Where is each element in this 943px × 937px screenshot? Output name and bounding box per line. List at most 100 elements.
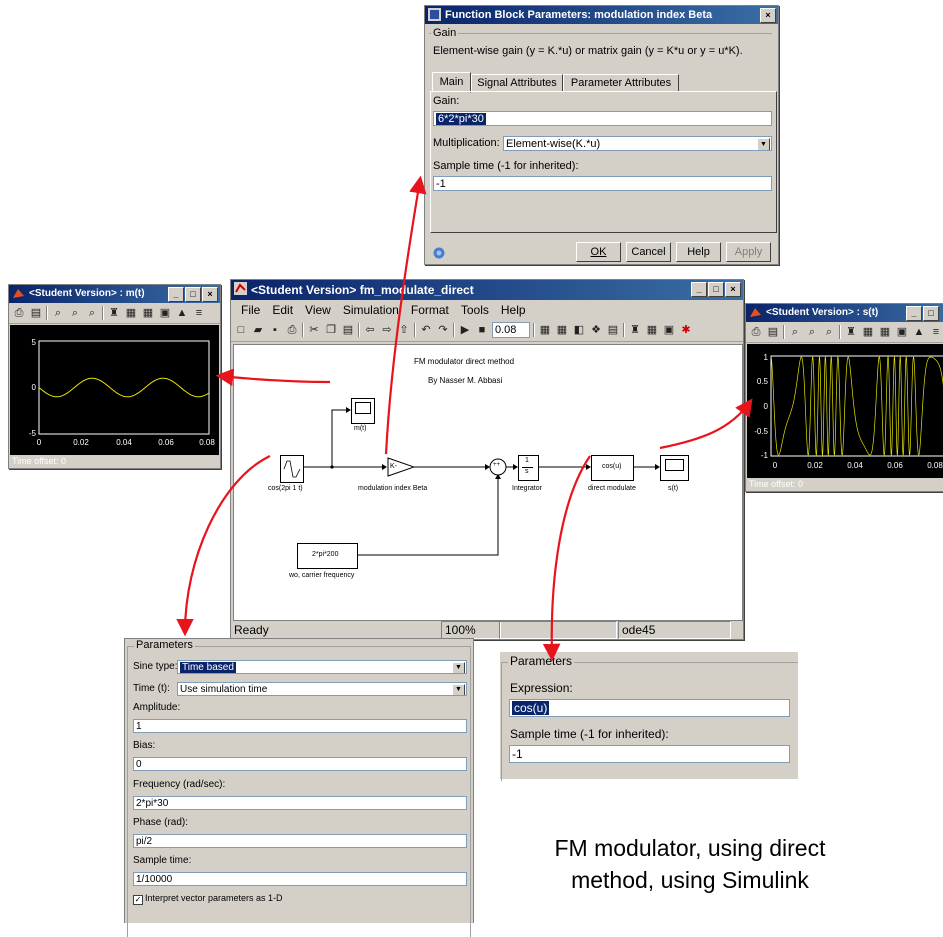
dialog-title: Function Block Parameters: modulation in… (445, 9, 713, 21)
new-icon[interactable]: □ (234, 323, 248, 337)
gain-input[interactable]: 6*2*pi*30 (433, 111, 772, 126)
save-axes-icon[interactable]: ▦ (124, 306, 138, 320)
close-button[interactable]: × (725, 282, 741, 297)
restore-axes-icon[interactable]: ▦ (878, 325, 892, 339)
maximize-button[interactable]: □ (708, 282, 724, 297)
chevron-down-icon[interactable]: ▼ (757, 138, 770, 150)
m-xtick-002: 0.02 (73, 438, 89, 447)
model-explorer-icon[interactable]: ❖ (589, 323, 603, 337)
help-icon[interactable] (433, 247, 445, 259)
library-icon[interactable]: ▤ (606, 323, 620, 337)
stop-icon[interactable]: ■ (475, 323, 489, 337)
undo-icon[interactable]: ↶ (419, 323, 433, 337)
cut-icon[interactable]: ✂ (307, 323, 321, 337)
menu-tools[interactable]: Tools (455, 303, 495, 317)
menu-format[interactable]: Format (405, 303, 455, 317)
zoom-y-icon[interactable]: ⌕ (85, 306, 99, 320)
phase-input[interactable]: pi/2 (133, 834, 467, 848)
signal-select-icon[interactable]: ≡ (192, 306, 206, 320)
params-icon[interactable]: ▤ (29, 306, 43, 320)
branch-point (330, 465, 334, 469)
bias-input[interactable]: 0 (133, 757, 467, 771)
chevron-down-icon[interactable]: ▼ (452, 684, 465, 695)
cancel-button[interactable]: Cancel (626, 242, 671, 262)
zoom-x-icon[interactable]: ⌕ (68, 306, 82, 320)
menu-simulation[interactable]: Simulation (337, 303, 405, 317)
status-blank (499, 621, 617, 639)
zoom-y-icon[interactable]: ⌕ (822, 325, 836, 339)
ok-button[interactable]: OK (576, 242, 621, 262)
floating-icon[interactable]: ▣ (895, 325, 909, 339)
sine-type-select[interactable]: Time based ▼ (177, 660, 467, 674)
maximize-button[interactable]: □ (185, 287, 201, 302)
help-button[interactable]: Help (676, 242, 721, 262)
amplitude-input[interactable]: 1 (133, 719, 467, 733)
library-browser-icon[interactable]: ♜ (628, 323, 642, 337)
autoscale-icon[interactable]: ♜ (844, 325, 858, 339)
sample-time-input[interactable]: -1 (433, 176, 772, 191)
autoscale-icon[interactable]: ♜ (107, 306, 121, 320)
menu-help[interactable]: Help (495, 303, 532, 317)
floating-icon[interactable]: ▣ (158, 306, 172, 320)
save-icon[interactable]: ▪ (268, 323, 282, 337)
zoom-x-icon[interactable]: ⌕ (805, 325, 819, 339)
amplitude-value: 1 (136, 721, 142, 732)
up-icon[interactable]: ⇧ (397, 323, 411, 337)
close-button[interactable]: × (202, 287, 218, 302)
menu-edit[interactable]: Edit (266, 303, 299, 317)
minimize-button[interactable]: _ (691, 282, 707, 297)
maximize-button[interactable]: □ (923, 306, 939, 321)
integrator-numerator: 1 (525, 457, 529, 464)
properties-icon[interactable]: ▣ (662, 323, 676, 337)
print-icon[interactable]: ⎙ (749, 325, 763, 339)
open-icon[interactable]: ▰ (251, 323, 265, 337)
params-icon[interactable]: ▤ (766, 325, 780, 339)
fcn-sample-time-input[interactable]: -1 (509, 745, 790, 763)
debug-icon[interactable]: ◧ (572, 323, 586, 337)
tab-main[interactable]: Main (432, 72, 471, 93)
signal-select-icon[interactable]: ≡ (929, 325, 943, 339)
time-select[interactable]: Use simulation time ▼ (177, 682, 467, 696)
sine-sample-time-input[interactable]: 1/10000 (133, 872, 467, 886)
scope-m-block[interactable] (351, 398, 375, 424)
lock-icon[interactable]: ▲ (912, 325, 926, 339)
sine-wave-block[interactable] (280, 455, 304, 483)
update-icon[interactable]: ▦ (555, 323, 569, 337)
interpret-checkbox[interactable]: ✓ (133, 895, 143, 905)
save-axes-icon[interactable]: ▦ (861, 325, 875, 339)
play-icon[interactable]: ▶ (458, 323, 472, 337)
close-button[interactable]: × (760, 8, 776, 23)
stop-time-input[interactable]: 0.08 (492, 322, 530, 338)
menu-view[interactable]: View (299, 303, 337, 317)
chevron-down-icon[interactable]: ▼ (452, 662, 465, 673)
minimize-button[interactable]: _ (906, 306, 922, 321)
tab-signal-attributes[interactable]: Signal Attributes (471, 74, 563, 92)
scope-s-block-label: s(t) (668, 485, 679, 492)
multiplication-select[interactable]: Element-wise(K.*u) ▼ (503, 136, 772, 151)
redo-icon[interactable]: ↷ (436, 323, 450, 337)
build-icon[interactable]: ▦ (538, 323, 552, 337)
paste-icon[interactable]: ▤ (341, 323, 355, 337)
minimize-button[interactable]: _ (168, 287, 184, 302)
debugger-icon[interactable]: ✱ (679, 323, 693, 337)
sum-block-signs: ++ (493, 462, 501, 468)
menu-file[interactable]: File (235, 303, 266, 317)
scope-s-block[interactable] (660, 455, 689, 481)
zoom-icon[interactable]: ⌕ (788, 325, 802, 339)
print-icon[interactable]: ⎙ (12, 306, 26, 320)
model-browser-icon[interactable]: ▦ (645, 323, 659, 337)
lock-icon[interactable]: ▲ (175, 306, 189, 320)
separator (533, 323, 535, 337)
expression-input[interactable]: cos(u) (509, 699, 790, 717)
forward-icon[interactable]: ⇨ (380, 323, 394, 337)
apply-button[interactable]: Apply (726, 242, 771, 262)
tab-parameter-attributes[interactable]: Parameter Attributes (563, 74, 679, 92)
copy-icon[interactable]: ❐ (324, 323, 338, 337)
zoom-icon[interactable]: ⌕ (51, 306, 65, 320)
back-icon[interactable]: ⇦ (363, 323, 377, 337)
diagram-canvas[interactable]: FM modulator direct method By Nasser M. … (233, 344, 743, 621)
print-icon[interactable]: ⎙ (285, 323, 299, 337)
restore-axes-icon[interactable]: ▦ (141, 306, 155, 320)
sine-sample-time-label: Sample time: (133, 855, 192, 866)
frequency-input[interactable]: 2*pi*30 (133, 796, 467, 810)
